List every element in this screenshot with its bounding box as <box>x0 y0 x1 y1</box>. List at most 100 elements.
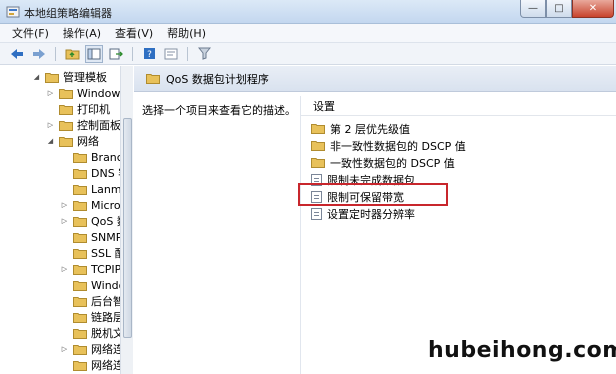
toolbar-separator <box>187 46 188 61</box>
column-header-settings[interactable]: 设置 <box>301 96 616 116</box>
folder-icon <box>73 360 87 371</box>
back-button[interactable] <box>8 45 26 63</box>
close-button[interactable]: ✕ <box>572 0 614 18</box>
policy-setting-icon <box>311 207 322 220</box>
no-expander <box>60 153 69 162</box>
no-expander <box>60 169 69 178</box>
forward-button[interactable] <box>30 45 48 63</box>
list-item-label: 第 2 层优先级值 <box>330 122 410 136</box>
folder-icon <box>73 200 87 211</box>
no-expander <box>60 249 69 258</box>
tree-item-label: 控制面板 <box>77 119 121 132</box>
folder-icon <box>146 74 160 84</box>
tree-item-label: 打印机 <box>77 103 110 116</box>
tree-item-network-connectivity[interactable]: 网络连 <box>60 356 124 374</box>
list-item-label: 非一致性数据包的 DSCP 值 <box>330 139 466 153</box>
settings-list: 设置 第 2 层优先级值 非一致性数据包的 DSCP 值 一致性数据包的 DSC… <box>300 96 616 374</box>
folder-icon <box>311 124 325 134</box>
expand-triangle-icon[interactable]: ▷ <box>46 121 55 130</box>
menu-help[interactable]: 帮助(H) <box>161 25 214 41</box>
menu-file[interactable]: 文件(F) <box>6 25 57 41</box>
expand-triangle-icon[interactable]: ▷ <box>60 345 69 354</box>
title-bar: 本地组策略编辑器 — □ ✕ <box>0 0 616 24</box>
folder-icon <box>73 152 87 163</box>
help-button[interactable]: ? <box>140 45 158 63</box>
content-pane: QoS 数据包计划程序 选择一个项目来查看它的描述。 设置 第 2 层优先级值 … <box>134 66 616 374</box>
no-expander <box>60 281 69 290</box>
properties-icon <box>164 48 178 59</box>
folder-icon <box>73 184 87 195</box>
folder-icon <box>59 104 73 115</box>
toolbar-separator <box>55 46 56 61</box>
content-header: QoS 数据包计划程序 <box>134 66 616 92</box>
expand-triangle-icon[interactable]: ▷ <box>60 201 69 210</box>
help-icon: ? <box>143 48 155 60</box>
folder-icon <box>73 264 87 275</box>
toolbar-separator <box>132 46 133 61</box>
folder-icon <box>73 216 87 227</box>
folder-icon <box>311 158 325 168</box>
no-expander <box>60 185 69 194</box>
group-policy-app-icon <box>6 6 20 18</box>
folder-icon <box>73 168 87 179</box>
no-expander <box>60 329 69 338</box>
back-arrow-icon <box>11 48 23 59</box>
list-item-label: 设置定时器分辨率 <box>327 207 415 221</box>
folder-icon <box>73 248 87 259</box>
forward-arrow-icon <box>33 48 45 59</box>
folder-icon <box>73 312 87 323</box>
maximize-button[interactable]: □ <box>546 0 572 18</box>
list-item-label: 一致性数据包的 DSCP 值 <box>330 156 455 170</box>
no-expander <box>60 233 69 242</box>
watermark-text: hubeihong.com <box>428 338 616 363</box>
up-one-level-button[interactable] <box>63 45 81 63</box>
folder-icon <box>59 88 73 99</box>
folder-icon <box>73 328 87 339</box>
expand-triangle-icon[interactable]: ▷ <box>60 217 69 226</box>
window-title: 本地组策略编辑器 <box>24 7 112 20</box>
folder-icon <box>59 120 73 131</box>
no-expander <box>60 361 69 370</box>
folder-icon <box>311 141 325 151</box>
tree-item-label: Micro <box>91 198 121 212</box>
folder-icon <box>73 296 87 307</box>
no-expander <box>60 297 69 306</box>
folder-icon <box>73 344 87 355</box>
list-item-timer-resolution[interactable]: 设置定时器分辨率 <box>311 205 415 222</box>
description-text: 选择一个项目来查看它的描述。 <box>142 104 296 117</box>
menu-view[interactable]: 查看(V) <box>109 25 161 41</box>
expand-triangle-icon[interactable]: ▷ <box>46 89 55 98</box>
tree-item-label: Windows <box>77 86 127 100</box>
list-item-conforming-dscp[interactable]: 一致性数据包的 DSCP 值 <box>311 154 455 171</box>
folder-icon <box>73 280 87 291</box>
properties-button[interactable] <box>162 45 180 63</box>
filter-button[interactable] <box>195 45 213 63</box>
menu-action[interactable]: 操作(A) <box>57 25 109 41</box>
export-list-icon <box>109 48 123 59</box>
list-item-layer2-priority[interactable]: 第 2 层优先级值 <box>311 120 410 137</box>
navigation-tree: ◢ 管理模板 ▷ Windows 打印机 ▷ 控制面板 ◢ 网络 Branch … <box>0 66 133 374</box>
list-item-nonconforming-dscp[interactable]: 非一致性数据包的 DSCP 值 <box>311 137 466 154</box>
folder-icon <box>45 72 59 83</box>
tree-scrollbar[interactable] <box>120 66 133 374</box>
export-list-button[interactable] <box>107 45 125 63</box>
content-header-title: QoS 数据包计划程序 <box>166 72 269 86</box>
show-hide-tree-button[interactable] <box>85 44 103 63</box>
folder-icon <box>59 136 73 147</box>
expand-triangle-icon[interactable]: ▷ <box>60 265 69 274</box>
tree-item-label: 管理模板 <box>63 71 107 84</box>
tree-item-label: TCPIP <box>91 262 122 276</box>
tree-item-label: SNMP <box>91 230 123 244</box>
toolbar: ? <box>0 43 616 65</box>
minimize-button[interactable]: — <box>520 0 546 18</box>
red-highlight-box <box>298 183 448 206</box>
filter-icon <box>197 47 211 60</box>
show-hide-tree-icon <box>87 48 101 59</box>
collapse-triangle-icon[interactable]: ◢ <box>46 137 55 146</box>
tree-scrollbar-thumb[interactable] <box>123 118 132 338</box>
collapse-triangle-icon[interactable]: ◢ <box>32 73 41 82</box>
svg-text:?: ? <box>147 50 152 60</box>
folder-icon <box>73 232 87 243</box>
tree-item-label: 网络 <box>77 135 99 148</box>
up-folder-icon <box>65 49 79 60</box>
